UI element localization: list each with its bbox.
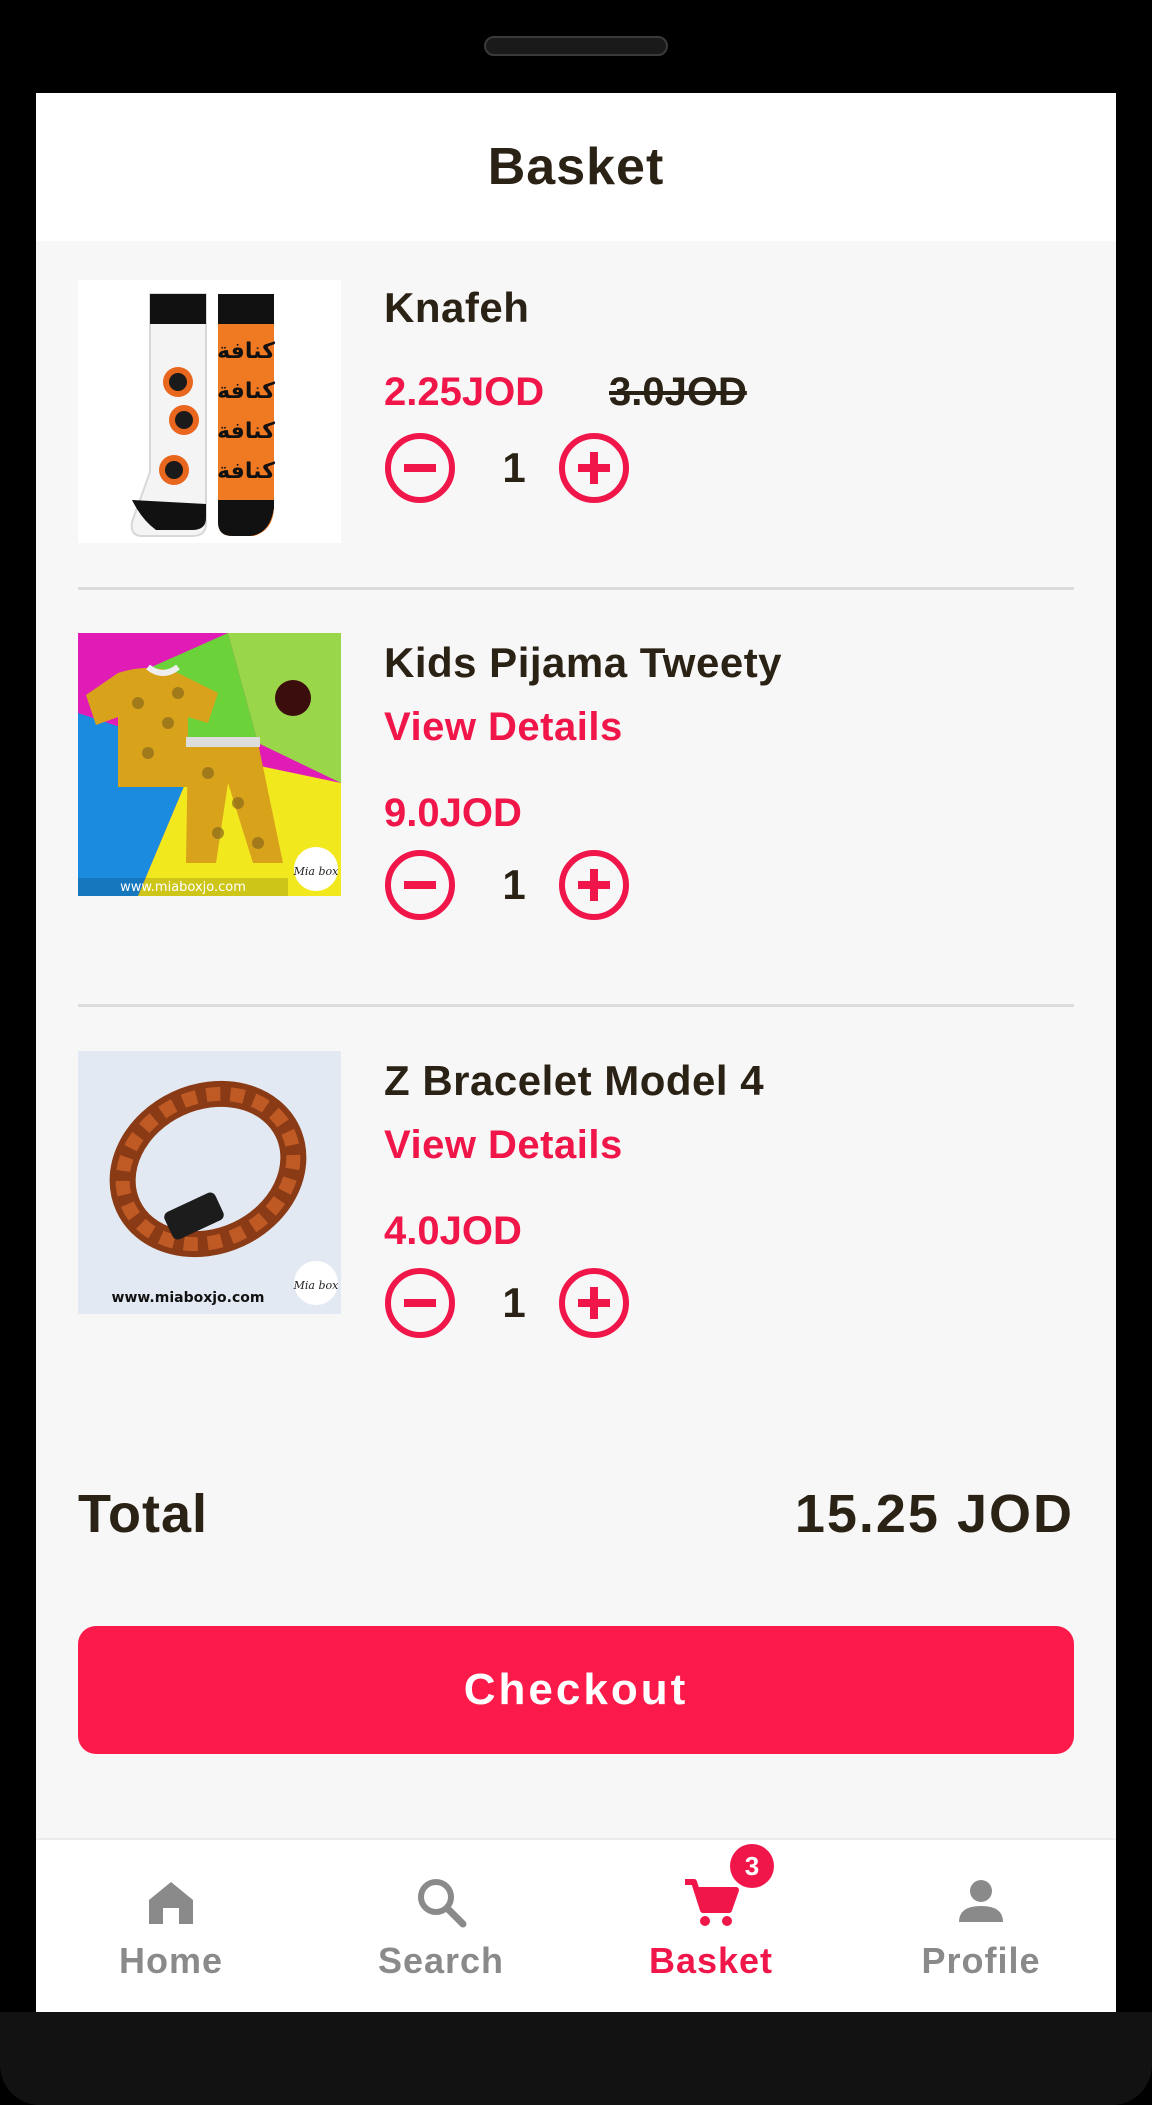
plus-circle-icon <box>559 850 629 920</box>
minus-circle-icon <box>385 850 455 920</box>
increase-quantity-button[interactable] <box>558 432 630 504</box>
quantity-value: 1 <box>502 1279 526 1326</box>
product-price: 2.25JOD <box>384 370 545 414</box>
decrease-quantity-button[interactable] <box>384 849 456 921</box>
tab-profile-label: Profile <box>921 1940 1041 1981</box>
product-image-bracelet[interactable]: Mia box www.miaboxjo.com <box>78 1051 341 1314</box>
search-icon <box>418 1879 467 1928</box>
item-divider <box>78 1004 1074 1007</box>
cart-icon <box>685 1879 739 1926</box>
minus-circle-icon <box>385 1268 455 1338</box>
product-old-price: 3.0JOD <box>609 370 747 414</box>
tab-search-label: Search <box>377 1940 505 1981</box>
page-header: Basket <box>36 93 1116 241</box>
watermark-text: www.miaboxjo.com <box>120 880 246 895</box>
increase-quantity-button[interactable] <box>558 849 630 921</box>
quantity-stepper: 1 <box>384 432 644 504</box>
tab-basket-label: Basket <box>648 1940 774 1981</box>
view-details-link[interactable]: View Details <box>384 1123 623 1168</box>
page-title: Basket <box>487 138 665 196</box>
basket-item: Mia box www.miaboxjo.com Z Bracelet Mode… <box>78 1051 1074 1338</box>
mia-box-logo: Mia box <box>293 865 340 878</box>
app-screen: Basket كنافة كنافة كنافة كنافة Knafeh 2.… <box>36 93 1116 2012</box>
decrease-quantity-button[interactable] <box>384 1267 456 1339</box>
phone-frame: Basket كنافة كنافة كنافة كنافة Knafeh 2.… <box>0 0 1152 2105</box>
total-value: 15.25 JOD <box>794 1484 1074 1544</box>
quantity-stepper: 1 <box>384 849 644 921</box>
product-image-pajama[interactable]: Mia box www.miaboxjo.com <box>78 633 341 896</box>
home-icon <box>149 1882 193 1924</box>
basket-item: كنافة كنافة كنافة كنافة Knafeh 2.25JOD 3… <box>78 280 1074 543</box>
tab-profile[interactable]: Profile <box>846 1840 1116 2012</box>
total-label: Total <box>78 1484 208 1544</box>
socks-label: كنافة <box>217 339 275 364</box>
product-name[interactable]: Z Bracelet Model 4 <box>384 1057 764 1105</box>
basket-item: Mia box www.miaboxjo.com Kids Pijama Twe… <box>78 633 1074 920</box>
bottom-bezel <box>0 2012 1152 2105</box>
svg-text:كنافة: كنافة <box>217 419 275 444</box>
checkout-label: Checkout <box>463 1665 689 1714</box>
product-image-socks[interactable]: كنافة كنافة كنافة كنافة <box>78 280 341 543</box>
item-divider <box>78 587 1074 590</box>
product-name[interactable]: Knafeh <box>384 284 529 332</box>
tab-basket[interactable]: 3 Basket <box>576 1840 846 2012</box>
product-price: 4.0JOD <box>384 1209 522 1253</box>
svg-text:كنافة: كنافة <box>217 379 275 404</box>
quantity-value: 1 <box>502 861 526 908</box>
tab-search[interactable]: Search <box>306 1840 576 2012</box>
speaker-grille <box>484 36 668 56</box>
product-name[interactable]: Kids Pijama Tweety <box>384 639 782 687</box>
person-icon <box>959 1880 1003 1922</box>
plus-circle-icon <box>559 433 629 503</box>
tab-home[interactable]: Home <box>36 1840 306 2012</box>
tab-home-label: Home <box>118 1940 224 1981</box>
mia-box-logo: Mia box <box>293 1279 340 1292</box>
cart-count-badge: 3 <box>730 1844 774 1888</box>
quantity-value: 1 <box>502 444 526 491</box>
checkout-button[interactable]: Checkout <box>78 1626 1074 1754</box>
decrease-quantity-button[interactable] <box>384 432 456 504</box>
increase-quantity-button[interactable] <box>558 1267 630 1339</box>
bottom-tab-bar: Home Search 3 Basket Profile <box>36 1838 1116 2012</box>
view-details-link[interactable]: View Details <box>384 705 623 750</box>
total-row: Total 15.25 JOD <box>78 1483 1074 1553</box>
svg-text:كنافة: كنافة <box>217 459 275 484</box>
minus-circle-icon <box>385 433 455 503</box>
plus-circle-icon <box>559 1268 629 1338</box>
watermark-text: www.miaboxjo.com <box>112 1290 265 1306</box>
quantity-stepper: 1 <box>384 1267 644 1339</box>
product-price: 9.0JOD <box>384 791 522 835</box>
